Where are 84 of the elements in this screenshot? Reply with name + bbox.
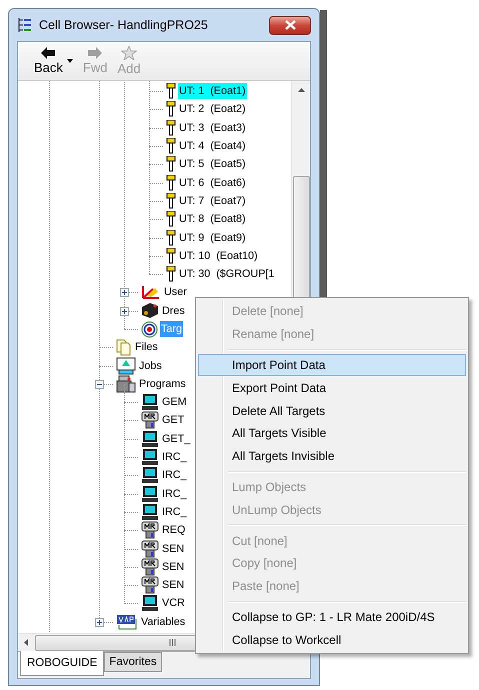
tool-icon <box>166 192 176 209</box>
expand-icon[interactable] <box>120 288 129 298</box>
tool-icon <box>166 101 176 118</box>
computer-icon <box>141 393 159 412</box>
variables-icon <box>116 614 138 630</box>
axes-icon <box>141 284 161 300</box>
tree-item[interactable]: UT: 8 (Eoat8) <box>178 211 247 228</box>
close-button[interactable] <box>269 16 311 34</box>
tree-item[interactable]: UT: 10 (Eoat10) <box>178 248 259 264</box>
tree-item[interactable]: IRC_ <box>161 486 188 502</box>
tree-item[interactable]: UT: 4 (Eoat4) <box>178 138 247 154</box>
tree-item[interactable]: IRC_ <box>161 449 188 466</box>
tree-item[interactable]: GEM <box>161 394 188 410</box>
tree-item[interactable]: IRC_ <box>161 467 188 484</box>
tree-item[interactable]: UT: 3 (Eoat3) <box>178 120 247 136</box>
scroll-up-icon[interactable] <box>298 88 304 92</box>
tree-item[interactable]: GET <box>161 412 186 428</box>
dropdown-caret-icon[interactable] <box>66 59 73 63</box>
tree-item[interactable]: IRC_ <box>161 504 188 520</box>
forward-arrow-icon <box>88 47 102 59</box>
tree-item[interactable]: UT: 5 (Eoat5) <box>178 156 247 172</box>
tree-item[interactable]: SEN <box>161 558 186 575</box>
scroll-left-icon[interactable] <box>24 639 28 646</box>
menu-item[interactable]: Collapse to Workcell <box>198 628 466 652</box>
tree-item[interactable]: Variables <box>140 614 186 630</box>
menu-item[interactable]: All Targets Visible <box>198 422 466 445</box>
computer-icon <box>141 430 159 448</box>
tool-icon <box>166 156 176 172</box>
tool-icon <box>166 248 176 264</box>
tree-item[interactable]: UT: 1 (Eoat1) <box>178 83 247 100</box>
computer-icon <box>141 448 159 466</box>
tree-item[interactable]: UT: 2 (Eoat2) <box>178 101 247 118</box>
computer-icon <box>141 594 159 612</box>
menu-item[interactable]: Export Point Data <box>198 376 466 400</box>
tool-icon <box>166 174 176 191</box>
menu-item[interactable]: Delete All Targets <box>198 399 466 422</box>
expand-icon[interactable] <box>95 618 104 627</box>
menu-item[interactable]: Import Point Data <box>198 354 466 376</box>
tree-item[interactable]: UT: 6 (Eoat6) <box>178 174 247 191</box>
tree-item[interactable]: GET_ <box>161 430 192 447</box>
computer-icon <box>141 484 159 503</box>
grip-icon <box>169 639 176 646</box>
block-icon <box>141 302 159 320</box>
teach-pendant-icon <box>141 411 159 430</box>
target-icon <box>141 320 158 338</box>
menu-item[interactable]: All Targets Invisible <box>198 444 466 468</box>
tool-icon <box>166 120 176 136</box>
tree-item[interactable]: User <box>163 284 188 300</box>
tree-item[interactable]: UT: 9 (Eoat9) <box>178 230 247 246</box>
star-icon <box>121 46 138 60</box>
tree-item[interactable]: Programs <box>138 376 187 392</box>
close-icon <box>284 20 296 30</box>
teach-pendant-icon <box>141 576 159 594</box>
controller-icon <box>116 374 136 393</box>
tree-item[interactable]: Jobs <box>138 358 163 374</box>
tree-item[interactable]: UT: 30 ($GROUP[1 <box>178 266 276 282</box>
teach-pendant-icon <box>141 521 159 540</box>
tree-item[interactable]: REQ <box>161 522 186 538</box>
teach-pendant-icon <box>141 558 159 576</box>
collapse-icon[interactable] <box>95 380 104 389</box>
back-arrow-icon <box>41 47 56 59</box>
tree-item[interactable]: VCR <box>161 595 186 612</box>
tree-item[interactable]: SEN <box>161 540 186 557</box>
menu-item[interactable]: Collapse to GP: 1 - LR Mate 200iD/4S <box>198 606 466 628</box>
back-button[interactable]: Back <box>30 42 67 80</box>
window-title: Cell Browser- HandlingPRO25 <box>39 18 208 32</box>
tool-icon <box>166 230 176 246</box>
tool-icon <box>166 211 176 228</box>
teach-pendant-icon <box>141 540 159 558</box>
files-icon <box>116 338 132 356</box>
tab[interactable]: ROBOGUIDE <box>20 651 104 676</box>
flowchart-icon <box>116 356 136 375</box>
tab[interactable]: Favorites <box>104 652 162 672</box>
tree-item[interactable]: UT: 7 (Eoat7) <box>178 192 247 209</box>
expand-icon[interactable] <box>120 306 129 316</box>
computer-icon <box>141 502 159 521</box>
tree-item[interactable]: Dres <box>161 302 186 319</box>
tool-icon <box>166 266 176 282</box>
tool-icon <box>166 138 176 154</box>
tree-item[interactable]: Files <box>134 339 159 356</box>
tool-icon <box>166 83 176 100</box>
tree-item[interactable]: SEN <box>161 577 186 594</box>
computer-icon <box>141 466 159 484</box>
tree-icon <box>17 17 33 33</box>
